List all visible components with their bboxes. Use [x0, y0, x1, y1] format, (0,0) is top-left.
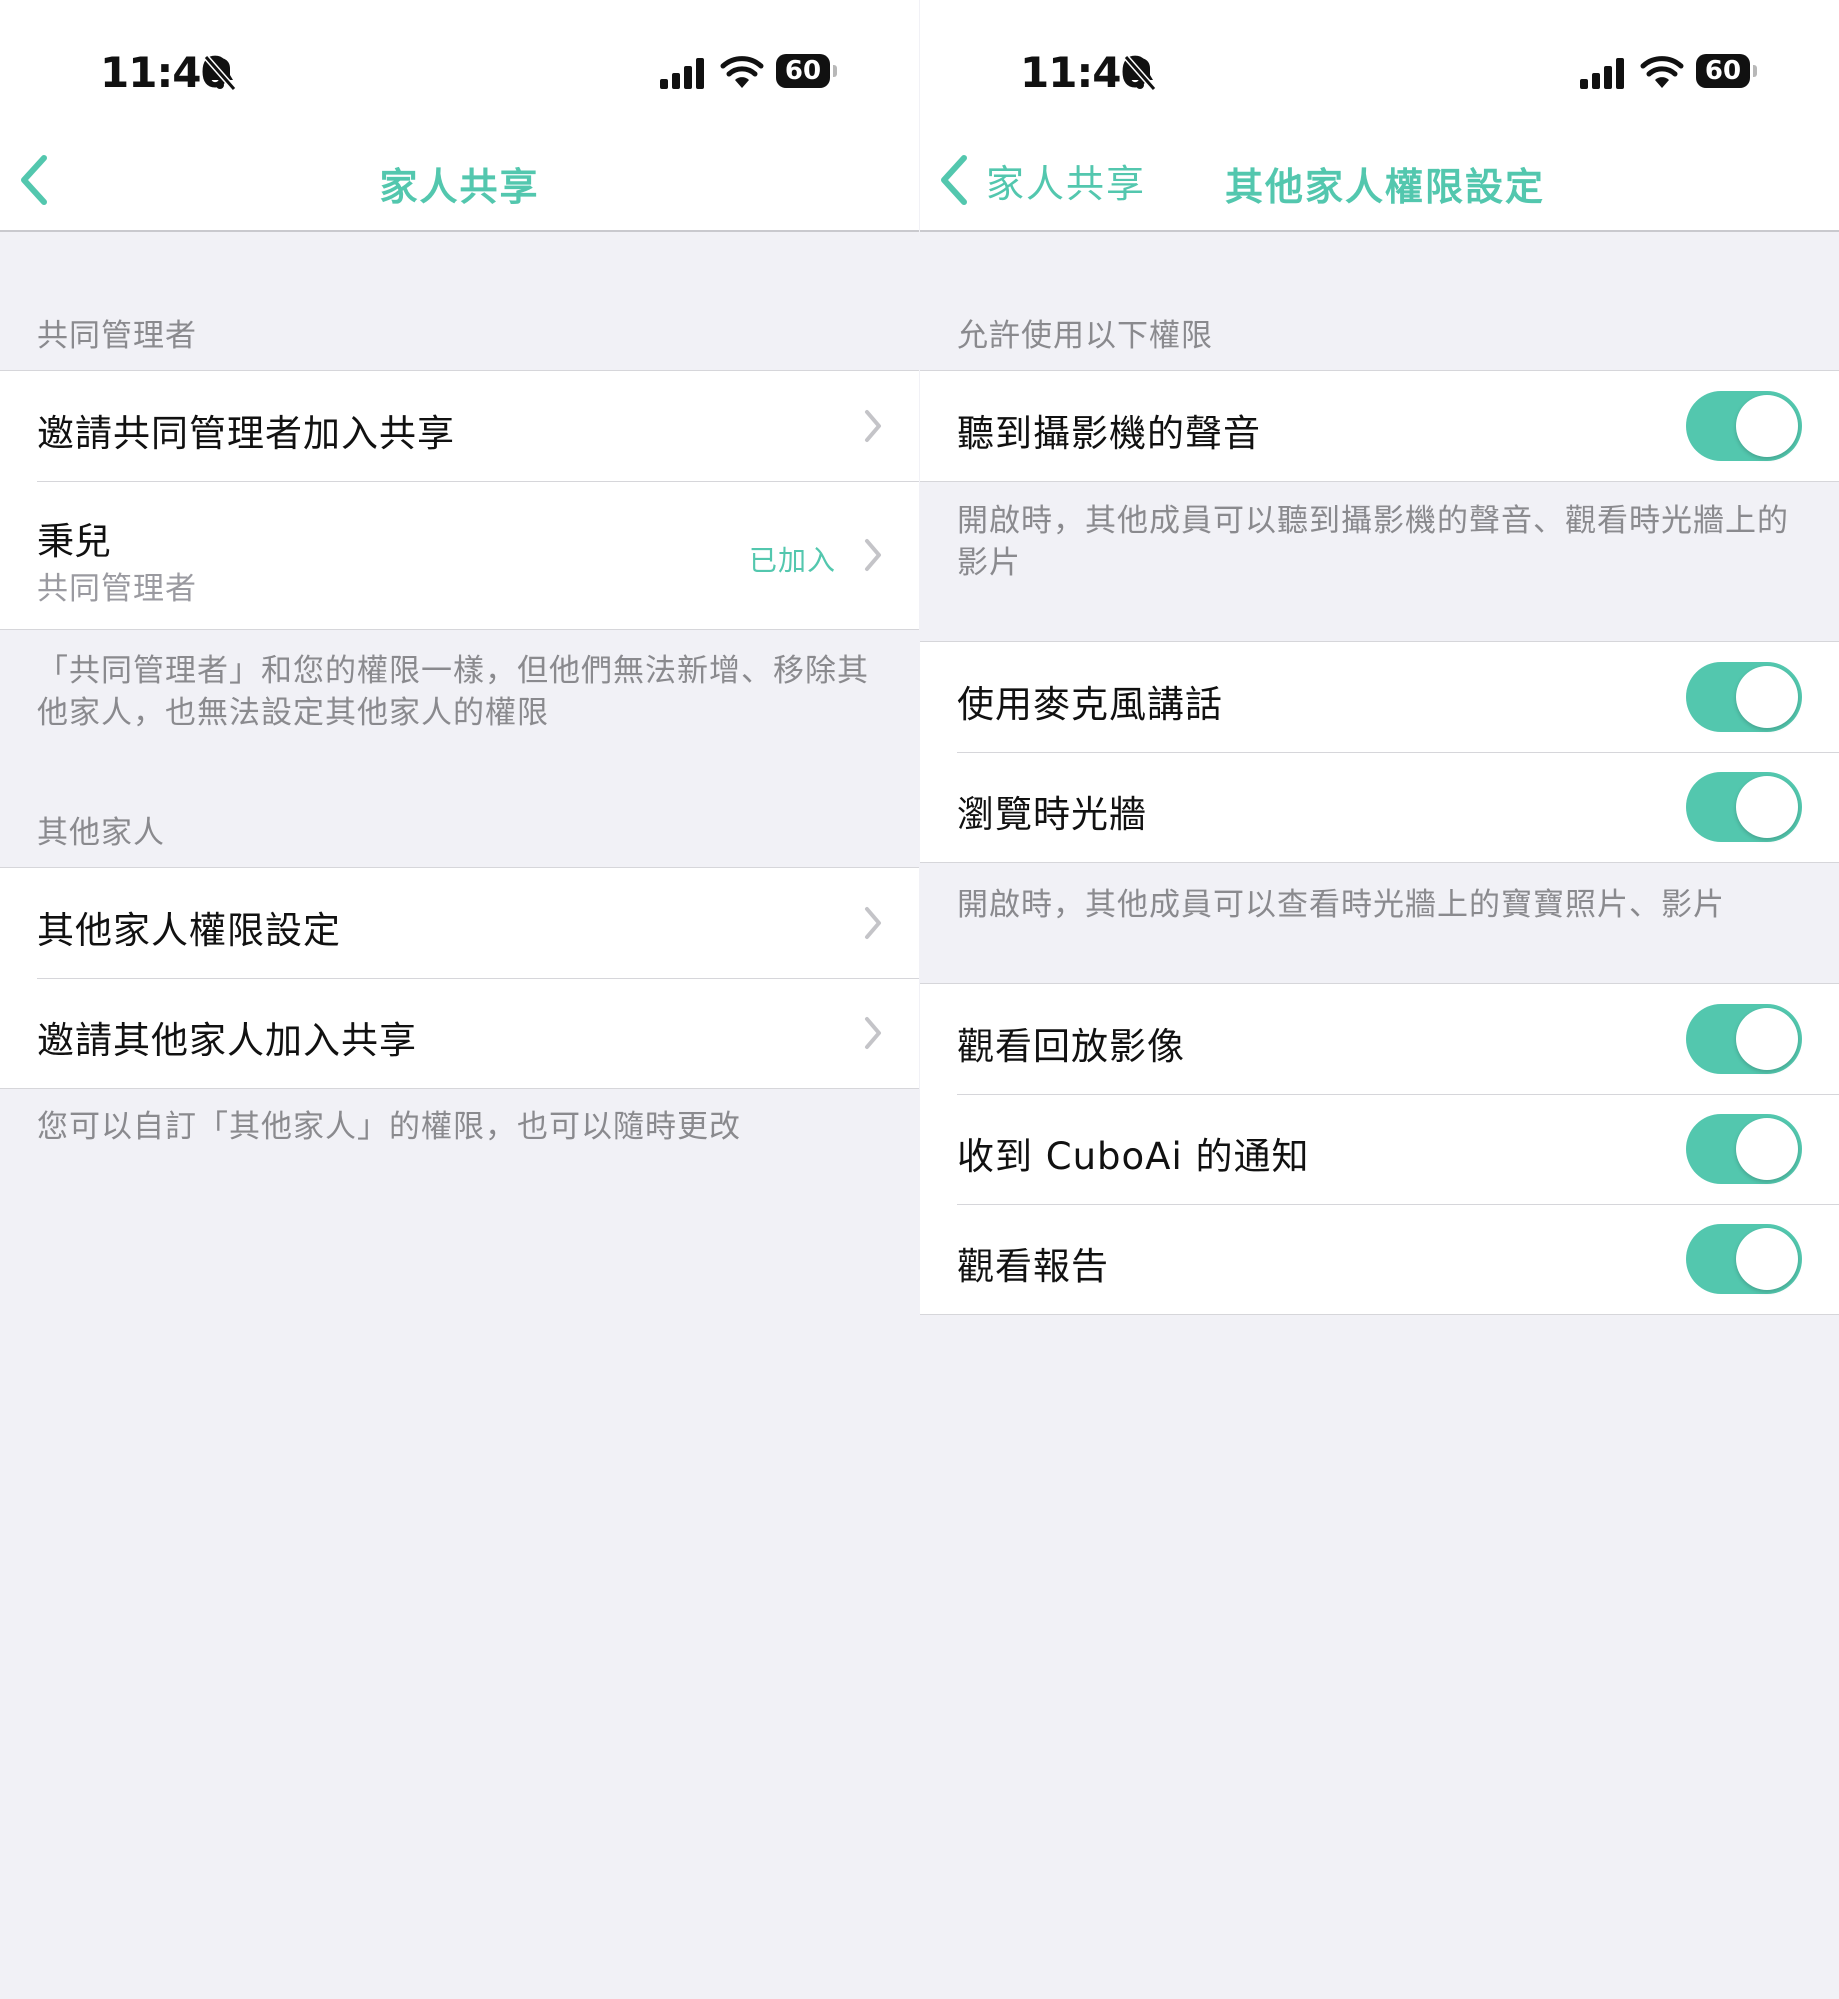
others-group: 其他家人權限設定 邀請其他家人加入共享	[0, 867, 919, 1089]
toggle-row-microphone: 使用麥克風講話	[920, 642, 1839, 752]
status-bar: 11:40 60	[920, 0, 1839, 130]
back-label: 家人共享	[986, 161, 1147, 206]
cellular-signal-icon	[1580, 58, 1624, 89]
others-footer: 您可以自訂「其他家人」的權限，也可以隨時更改	[37, 1109, 741, 1145]
camera-sound-toggle[interactable]	[1686, 391, 1802, 461]
member-status: 已加入	[748, 544, 836, 577]
nav-bar: 家人共享 其他家人權限設定	[920, 130, 1839, 232]
co-admin-footer: 「共同管理者」和您的權限一樣，但他們無法新增、移除其他家人，也無法設定其他家人的…	[37, 653, 869, 731]
notifications-label: 收到 CuboAi 的通知	[957, 1135, 1310, 1178]
reports-label: 觀看報告	[957, 1245, 1109, 1288]
member-row[interactable]: 秉兒 共同管理者 已加入	[0, 481, 919, 629]
toggle-row-camera-sound: 聽到攝影機的聲音	[920, 371, 1839, 481]
mic-timeline-group: 使用麥克風講話 瀏覽時光牆	[920, 641, 1839, 863]
co-admin-group: 邀請共同管理者加入共享 秉兒 共同管理者 已加入	[0, 370, 919, 630]
section-header-permissions: 允許使用以下權限	[957, 318, 1213, 354]
nav-bar: 家人共享	[0, 130, 919, 232]
cellular-signal-icon	[660, 58, 704, 89]
page-title: 家人共享	[379, 165, 540, 209]
timeline-footer: 開啟時，其他成員可以查看時光牆上的寶寶照片、影片	[957, 887, 1725, 923]
others-permission-label: 其他家人權限設定	[37, 909, 341, 952]
sound-group: 聽到攝影機的聲音	[920, 370, 1839, 482]
status-bar: 11:40 60	[0, 0, 919, 130]
others-permission-screen: 11:40 60 家人共享 其他家人權限設定 允許使用以下權限 聽到攝影機的聲音…	[920, 0, 1839, 1999]
invite-others-row[interactable]: 邀請其他家人加入共享	[0, 978, 919, 1088]
chevron-right-icon	[865, 907, 881, 939]
chevron-right-icon	[865, 410, 881, 442]
section-header-others: 其他家人	[37, 815, 165, 851]
playback-group: 觀看回放影像 收到 CuboAi 的通知 觀看報告	[920, 983, 1839, 1315]
toggle-row-notifications: 收到 CuboAi 的通知	[920, 1094, 1839, 1204]
chevron-right-icon	[865, 539, 881, 571]
timeline-label: 瀏覽時光牆	[957, 793, 1147, 836]
camera-sound-label: 聽到攝影機的聲音	[957, 412, 1261, 455]
others-permission-row[interactable]: 其他家人權限設定	[0, 868, 919, 978]
playback-toggle[interactable]	[1686, 1004, 1802, 1074]
reports-toggle[interactable]	[1686, 1224, 1802, 1294]
chevron-right-icon	[865, 1017, 881, 1049]
back-button[interactable]: 家人共享	[936, 150, 1146, 210]
playback-label: 觀看回放影像	[957, 1025, 1185, 1068]
toggle-row-playback: 觀看回放影像	[920, 984, 1839, 1094]
toggle-row-timeline: 瀏覽時光牆	[920, 752, 1839, 862]
wifi-icon	[1640, 56, 1684, 88]
timeline-toggle[interactable]	[1686, 772, 1802, 842]
family-sharing-screen: 11:40 60 家人共享 共同管理者 邀請共同管理者加入共享 秉兒 共同管理者…	[0, 0, 919, 1999]
member-name: 秉兒	[37, 520, 111, 563]
section-header-co-admin: 共同管理者	[37, 318, 197, 354]
notifications-toggle[interactable]	[1686, 1114, 1802, 1184]
microphone-label: 使用麥克風講話	[957, 683, 1223, 726]
page-title: 其他家人權限設定	[1225, 165, 1546, 209]
battery-icon: 60	[1696, 54, 1758, 90]
battery-level: 60	[784, 56, 822, 86]
member-role: 共同管理者	[37, 571, 197, 607]
microphone-toggle[interactable]	[1686, 662, 1802, 732]
invite-others-label: 邀請其他家人加入共享	[37, 1019, 417, 1062]
battery-icon: 60	[776, 54, 838, 90]
toggle-row-reports: 觀看報告	[920, 1204, 1839, 1314]
wifi-icon	[720, 56, 764, 88]
battery-level: 60	[1704, 56, 1742, 86]
invite-co-admin-label: 邀請共同管理者加入共享	[37, 412, 455, 455]
chevron-left-icon	[941, 155, 967, 205]
invite-co-admin-row[interactable]: 邀請共同管理者加入共享	[0, 371, 919, 481]
camera-sound-footer: 開啟時，其他成員可以聽到攝影機的聲音、觀看時光牆上的影片	[957, 503, 1789, 581]
bell-slash-icon	[203, 55, 237, 91]
bell-slash-icon	[1123, 55, 1157, 91]
